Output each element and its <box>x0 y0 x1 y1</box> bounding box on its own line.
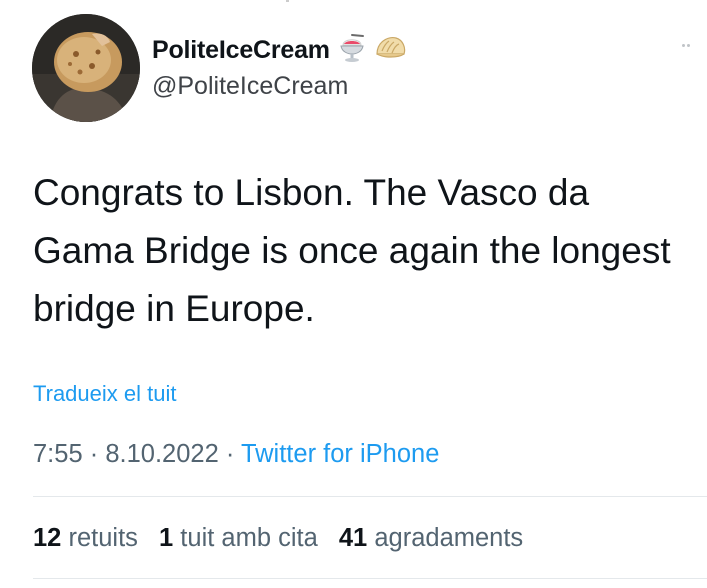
quotes-count: 1 <box>159 524 174 552</box>
top-edge-artifact <box>286 0 289 2</box>
author-name-row: PoliteIceCream <box>152 32 408 69</box>
avatar-photo <box>32 14 140 122</box>
author-display-name[interactable]: PoliteIceCream <box>152 36 330 65</box>
tweet-date[interactable]: 8.10.2022 <box>105 440 218 468</box>
retweets-label: retuits <box>68 524 138 552</box>
shaved-ice-icon <box>336 32 368 69</box>
more-dot <box>682 44 685 47</box>
tweet-source-link[interactable]: Twitter for iPhone <box>241 440 439 468</box>
retweets-stat[interactable]: 12 retuits <box>33 524 138 552</box>
divider <box>33 496 707 497</box>
tweet-metadata: 7:55 · 8.10.2022 · Twitter for iPhone <box>33 440 439 469</box>
likes-label: agradaments <box>374 524 524 552</box>
meta-separator: · <box>218 440 241 468</box>
tweet-text: Congrats to Lisbon. The Vasco da Gama Br… <box>33 172 671 329</box>
translate-tweet-link[interactable]: Tradueix el tuit <box>33 381 176 407</box>
avatar[interactable] <box>32 14 140 122</box>
more-options-icon[interactable] <box>682 44 690 47</box>
likes-count: 41 <box>338 524 368 552</box>
meta-separator: · <box>82 440 106 468</box>
dumpling-icon <box>374 32 408 69</box>
author-handle[interactable]: @PoliteIceCream <box>152 72 348 101</box>
retweets-count: 12 <box>33 524 62 552</box>
quotes-label: tuit amb cita <box>180 524 318 552</box>
divider <box>33 578 707 579</box>
quotes-stat[interactable]: 1 tuit amb cita <box>159 524 318 552</box>
likes-stat[interactable]: 41 agradaments <box>339 524 523 552</box>
tweet-time[interactable]: 7:55 <box>33 440 83 468</box>
tweet-stats: 12 retuits 1 tuit amb cita 41 agradament… <box>33 524 537 553</box>
more-dot <box>687 44 690 47</box>
